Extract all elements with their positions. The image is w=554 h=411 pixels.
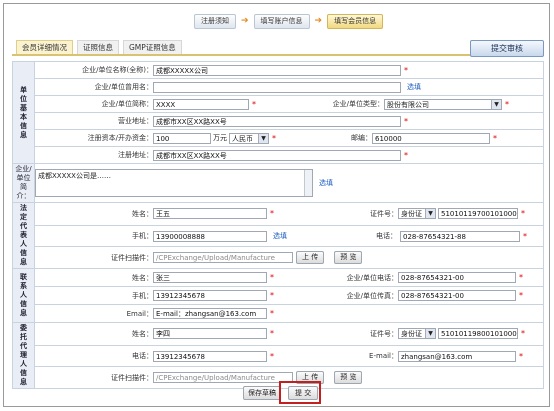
section-legal-rep: 法定代表人信息 bbox=[12, 202, 35, 269]
required-mark: * bbox=[404, 150, 408, 160]
step-account-info: 填写账户信息 bbox=[253, 13, 310, 29]
required-mark: * bbox=[493, 133, 497, 143]
chevron-down-icon: ▼ bbox=[425, 329, 435, 339]
legal-tel-label: 电话： bbox=[376, 232, 397, 241]
required-mark: * bbox=[523, 231, 527, 241]
agent-name-label: 姓名： bbox=[132, 329, 153, 338]
contact-phone-input[interactable]: 13912345678 bbox=[153, 290, 267, 301]
optional-link[interactable]: 选填 bbox=[273, 231, 287, 241]
tab-member-details[interactable]: 会员详细情况 bbox=[16, 40, 73, 55]
legal-tel-input[interactable]: 028-87654321-88 bbox=[400, 230, 520, 242]
agent-name-input[interactable]: 李四 bbox=[153, 328, 267, 340]
contact-email-label: Email： bbox=[126, 309, 153, 318]
currency-select[interactable]: 人民币 ▼ bbox=[229, 132, 269, 144]
zip-label: 邮编： bbox=[351, 134, 372, 142]
legal-name-label: 姓名： bbox=[132, 209, 153, 218]
tab-bar: 会员详细情况 证照信息 GMP证照信息 bbox=[16, 40, 186, 55]
required-mark: * bbox=[519, 351, 523, 361]
zip-input[interactable]: 610000 bbox=[372, 132, 490, 144]
legal-phone-input[interactable]: 13900008888 bbox=[153, 230, 267, 242]
company-name-label: 企业/单位名称(全称)： bbox=[82, 66, 153, 74]
required-mark: * bbox=[521, 329, 525, 339]
agent-tel-label: 电话： bbox=[132, 352, 153, 361]
contact-name-input[interactable]: 张三 bbox=[153, 272, 267, 283]
tab-gmp-license-info[interactable]: GMP证照信息 bbox=[123, 40, 182, 55]
member-form: 单位基本信息 企业/单位名称(全称)： 成都XXXXX公司 * 企业/单位曾用名… bbox=[12, 61, 544, 389]
progress-steps: 注册须知 ➔ 填写账户信息 ➔ 填写会员信息 bbox=[194, 13, 384, 29]
company-type-select[interactable]: 股份有限公司 ▼ bbox=[384, 98, 502, 110]
tab-divider bbox=[12, 54, 544, 56]
required-mark: * bbox=[505, 99, 509, 109]
registered-address-input[interactable]: 成都市XX区XX路XX号 bbox=[153, 149, 401, 161]
section-agent: 委托代理人信息 bbox=[12, 322, 35, 389]
chevron-down-icon: ▼ bbox=[425, 209, 435, 219]
legal-phone-label: 手机： bbox=[132, 232, 153, 241]
chevron-down-icon: ▼ bbox=[258, 133, 268, 143]
legal-preview-button[interactable]: 预 览 bbox=[334, 251, 363, 265]
step-register-notice: 注册须知 bbox=[194, 13, 236, 29]
agent-scan-input[interactable]: /CPExchange/Upload/Manufacture bbox=[153, 372, 293, 384]
required-mark: * bbox=[270, 309, 274, 318]
chevron-down-icon: ▼ bbox=[491, 99, 501, 109]
capital-unit: 万元 bbox=[213, 134, 227, 142]
form-row: 单位基本信息 企业/单位名称(全称)： 成都XXXXX公司 * bbox=[12, 61, 544, 164]
company-alias-input[interactable] bbox=[153, 81, 401, 93]
contact-email-input[interactable]: E-mail：zhangsan@163.com bbox=[153, 308, 267, 319]
required-mark: * bbox=[519, 291, 523, 300]
required-mark: * bbox=[404, 65, 408, 75]
submit-button[interactable]: 提 交 bbox=[288, 386, 319, 400]
contact-company-tel-input[interactable]: 028-87654321-00 bbox=[398, 272, 516, 283]
legal-id-type-select[interactable]: 身份证 ▼ bbox=[398, 208, 436, 220]
agent-tel-input[interactable]: 13912345678 bbox=[153, 350, 267, 362]
section-contact: 联系人信息 bbox=[12, 268, 35, 323]
company-short-input[interactable]: XXXX bbox=[153, 98, 249, 110]
business-address-label: 营业地址： bbox=[118, 117, 153, 125]
legal-id-label: 证件号： bbox=[370, 209, 398, 218]
scrollbar[interactable] bbox=[304, 170, 312, 196]
legal-scan-input[interactable]: /CPExchange/Upload/Manufacture bbox=[153, 252, 293, 264]
agent-id-label: 证件号： bbox=[370, 329, 398, 338]
arrow-right-icon: ➔ bbox=[314, 16, 323, 26]
legal-upload-button[interactable]: 上 传 bbox=[296, 251, 325, 265]
registered-address-label: 注册地址： bbox=[118, 151, 153, 159]
capital-input[interactable]: 100 bbox=[153, 132, 211, 144]
optional-link[interactable]: 选填 bbox=[319, 178, 333, 188]
agent-email-input[interactable]: zhangsan@163.com bbox=[398, 350, 516, 362]
company-alias-label: 企业/单位曾用名： bbox=[94, 83, 153, 91]
arrow-right-icon: ➔ bbox=[241, 16, 249, 26]
contact-company-tel-label: 企业/单位电话： bbox=[346, 273, 398, 282]
business-address-input[interactable]: 成都市XX区XX路XX号 bbox=[153, 115, 401, 127]
agent-preview-button[interactable]: 预 览 bbox=[334, 371, 363, 385]
legal-name-input[interactable]: 王五 bbox=[153, 208, 267, 220]
company-name-input[interactable]: 成都XXXXX公司 bbox=[153, 64, 401, 76]
contact-name-label: 姓名： bbox=[132, 273, 153, 282]
contact-fax-label: 企业/单位传真： bbox=[346, 291, 398, 300]
tab-license-info[interactable]: 证照信息 bbox=[77, 40, 119, 55]
required-mark: * bbox=[519, 273, 523, 282]
contact-phone-label: 手机： bbox=[132, 291, 153, 300]
required-mark: * bbox=[521, 209, 525, 219]
step-member-info: 填写会员信息 bbox=[327, 13, 384, 29]
intro-textarea[interactable]: 成都XXXXX公司是…… bbox=[35, 169, 313, 197]
agent-email-label: E-mail： bbox=[369, 352, 398, 361]
agent-scan-label: 证件扫描件： bbox=[111, 373, 153, 382]
optional-link[interactable]: 选填 bbox=[407, 82, 421, 92]
legal-id-input[interactable]: 510101197001010001 bbox=[438, 208, 518, 220]
company-short-label: 企业/单位简称： bbox=[101, 100, 153, 108]
agent-id-input[interactable]: 510101198001010001 bbox=[438, 328, 518, 340]
window-frame: 注册须知 ➔ 填写账户信息 ➔ 填写会员信息 会员详细情况 证照信息 GMP证照… bbox=[3, 3, 550, 407]
save-draft-button[interactable]: 保存草稿 bbox=[243, 386, 281, 400]
company-type-label: 企业/单位类型： bbox=[332, 100, 384, 108]
contact-fax-input[interactable]: 028-87654321-00 bbox=[398, 290, 516, 301]
submit-review-button[interactable]: 提交审核 bbox=[470, 40, 544, 57]
legal-scan-label: 证件扫描件： bbox=[111, 253, 153, 262]
agent-id-type-select[interactable]: 身份证 ▼ bbox=[398, 328, 436, 340]
section-basic-info: 单位基本信息 bbox=[12, 61, 35, 164]
capital-label: 注册资本/开办资金： bbox=[87, 134, 153, 142]
required-mark: * bbox=[404, 116, 408, 126]
action-bar: 保存草稿 提 交 bbox=[4, 381, 551, 404]
section-intro: 企业/单位简介： bbox=[12, 163, 35, 203]
